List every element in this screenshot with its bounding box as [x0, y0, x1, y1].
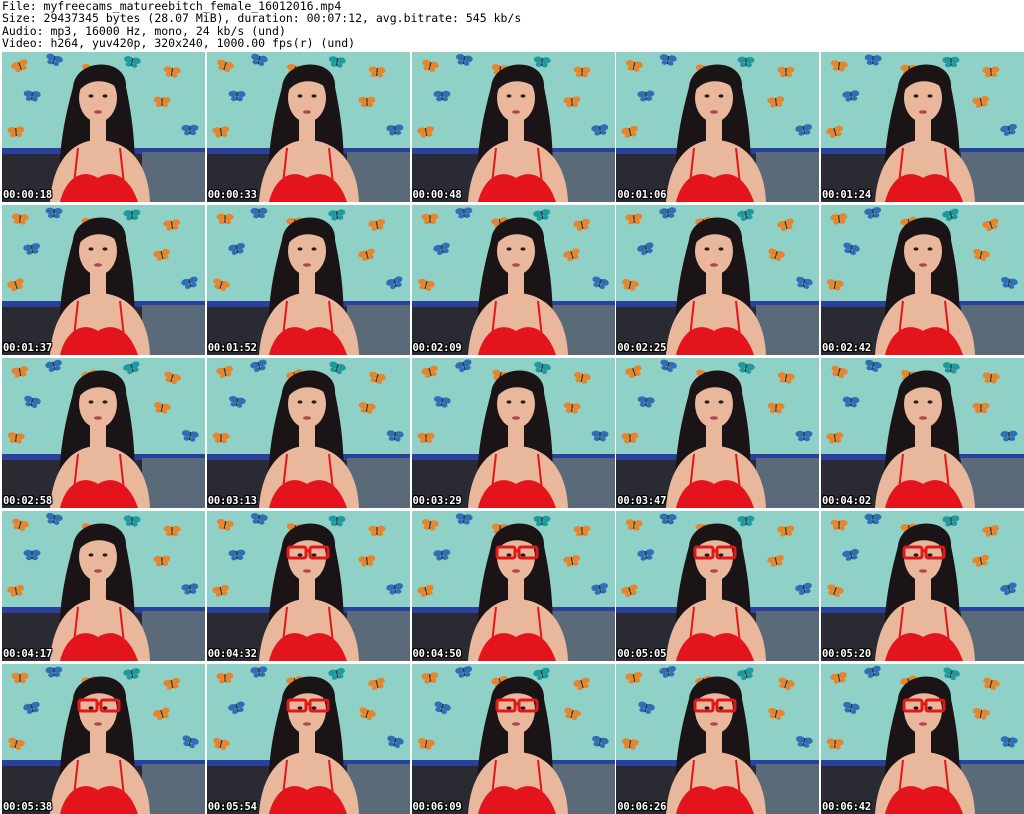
timestamp-label: 00:00:48 [412, 189, 462, 201]
webcam-frame [206, 511, 410, 661]
webcam-frame [821, 664, 1024, 814]
video-thumbnail: 00:00:18 [2, 52, 205, 202]
timestamp-label: 00:01:52 [207, 342, 257, 354]
timestamp-label: 00:04:17 [3, 648, 52, 660]
timestamp-label: 00:05:05 [617, 648, 667, 660]
webcam-frame [2, 664, 205, 814]
video-thumbnail: 00:01:24 [821, 52, 1024, 202]
webcam-frame [206, 205, 410, 355]
webcam-frame [616, 358, 820, 508]
video-thumbnail: 00:04:50 [411, 511, 615, 661]
video-thumbnail: 00:05:38 [2, 664, 205, 814]
webcam-frame [2, 511, 205, 661]
video-thumbnail: 00:05:20 [821, 511, 1024, 661]
timestamp-label: 00:03:47 [617, 495, 667, 507]
webcam-frame [2, 358, 205, 508]
video-thumbnail: 00:03:13 [206, 358, 410, 508]
video-thumbnail: 00:06:26 [616, 664, 820, 814]
webcam-frame [616, 205, 820, 355]
video-thumbnail: 00:04:32 [206, 511, 410, 661]
video-thumbnail: 00:03:47 [616, 358, 820, 508]
timestamp-label: 00:04:02 [822, 495, 871, 507]
webcam-frame [411, 358, 615, 508]
webcam-frame [821, 52, 1024, 202]
size-line: Size: 29437345 bytes (28.07 MiB), durati… [2, 11, 522, 26]
webcam-frame [206, 358, 410, 508]
timestamp-label: 00:03:13 [207, 495, 257, 507]
timestamp-label: 00:02:25 [617, 342, 667, 354]
timestamp-label: 00:04:32 [207, 648, 257, 660]
timestamp-label: 00:03:29 [412, 495, 462, 507]
webcam-frame [411, 511, 615, 661]
timestamp-label: 00:02:42 [822, 342, 871, 354]
timestamp-label: 00:06:26 [617, 801, 667, 813]
timestamp-label: 00:01:24 [822, 189, 871, 201]
video-thumbnail: 00:02:58 [2, 358, 205, 508]
webcam-frame [411, 664, 615, 814]
video-thumbnail: 00:02:25 [616, 205, 820, 355]
webcam-frame [411, 205, 615, 355]
video-line: Video: h264, yuv420p, 320x240, 1000.00 f… [2, 36, 356, 51]
timestamp-label: 00:05:20 [822, 648, 871, 660]
timestamp-label: 00:01:37 [3, 342, 52, 354]
video-thumbnail: 00:00:33 [206, 52, 410, 202]
webcam-frame [411, 52, 615, 202]
webcam-frame [616, 52, 820, 202]
webcam-frame [206, 664, 410, 814]
video-thumbnail: 00:01:37 [2, 205, 205, 355]
timestamp-label: 00:06:42 [822, 801, 871, 813]
webcam-frame [206, 52, 410, 202]
video-thumbnail: 00:03:29 [411, 358, 615, 508]
timestamp-label: 00:00:33 [207, 189, 257, 201]
timestamp-label: 00:06:09 [412, 801, 462, 813]
video-thumbnail: 00:00:48 [411, 52, 615, 202]
video-thumbnail: 00:01:52 [206, 205, 410, 355]
webcam-frame [616, 664, 820, 814]
webcam-frame [616, 511, 820, 661]
video-thumbnail: 00:02:42 [821, 205, 1024, 355]
video-thumbnail: 00:01:06 [616, 52, 820, 202]
webcam-frame [821, 511, 1024, 661]
webcam-frame [2, 52, 205, 202]
timestamp-label: 00:00:18 [3, 189, 52, 201]
video-thumbnail: 00:05:05 [616, 511, 820, 661]
video-thumbnail: 00:02:09 [411, 205, 615, 355]
webcam-frame [821, 205, 1024, 355]
webcam-frame [2, 205, 205, 355]
timestamp-label: 00:02:58 [3, 495, 52, 507]
timestamp-label: 00:01:06 [617, 189, 667, 201]
video-thumbnail: 00:04:02 [821, 358, 1024, 508]
thumbnail-grid: 00:00:18 00:00:33 00:00:48 00:01:06 00:0… [2, 52, 1024, 814]
file-info-header: File: myfreecams_matureebitch_female_160… [2, 0, 521, 50]
video-thumbnail: 00:05:54 [206, 664, 410, 814]
timestamp-label: 00:04:50 [412, 648, 462, 660]
timestamp-label: 00:05:38 [3, 801, 52, 813]
timestamp-label: 00:02:09 [412, 342, 462, 354]
video-thumbnail: 00:06:09 [411, 664, 615, 814]
timestamp-label: 00:05:54 [207, 801, 257, 813]
webcam-frame [821, 358, 1024, 508]
video-thumbnail: 00:06:42 [821, 664, 1024, 814]
video-thumbnail: 00:04:17 [2, 511, 205, 661]
